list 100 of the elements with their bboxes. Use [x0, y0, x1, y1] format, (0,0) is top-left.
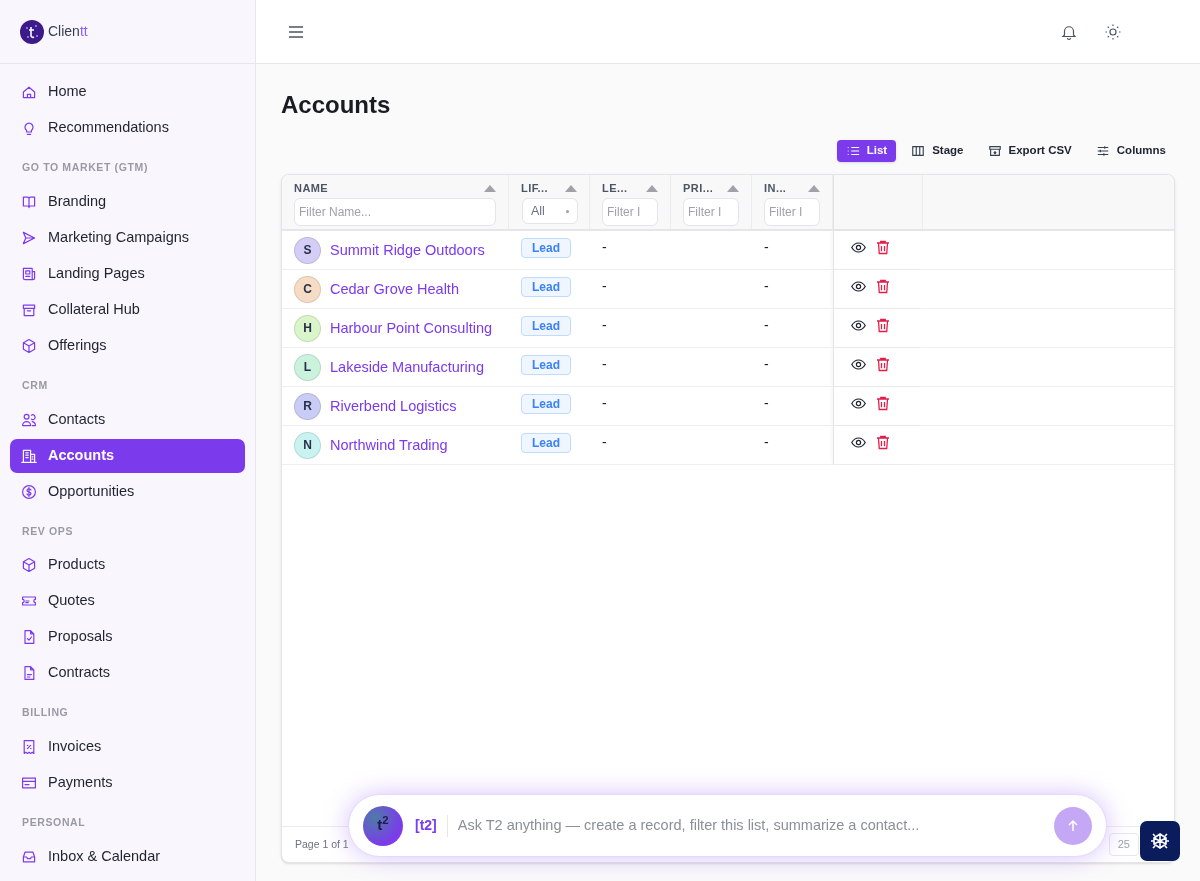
- table-cell: -: [602, 395, 607, 411]
- view-icon[interactable]: [851, 318, 866, 333]
- filter-select[interactable]: All: [522, 198, 578, 224]
- building-icon: [21, 447, 37, 464]
- document-icon: [21, 665, 37, 682]
- section-heading: REV OPS: [21, 523, 75, 539]
- account-link[interactable]: Riverbend Logistics: [330, 394, 457, 418]
- cube-icon: [21, 557, 37, 574]
- sidebar-item[interactable]: Landing Pages: [10, 256, 245, 291]
- table-cell: -: [764, 278, 769, 294]
- lifecycle-badge: Lead: [521, 355, 571, 375]
- column-header[interactable]: PRI...: [683, 179, 714, 197]
- avatar: N: [294, 431, 321, 459]
- view-button[interactable]: Columns: [1086, 140, 1175, 162]
- table-cell: -: [602, 356, 607, 372]
- filter-field[interactable]: Filter I: [602, 198, 658, 226]
- avatar: C: [294, 275, 321, 303]
- lifecycle-badge: Lead: [521, 277, 571, 297]
- delete-icon[interactable]: [876, 318, 890, 333]
- view-icon[interactable]: [851, 396, 866, 411]
- delete-icon[interactable]: [876, 357, 890, 372]
- home-icon: [21, 84, 37, 100]
- arrow-up-icon: [1066, 818, 1080, 833]
- filter-field[interactable]: Filter I: [683, 198, 739, 226]
- credit-card-icon: [21, 775, 37, 791]
- sort-icon[interactable]: [484, 184, 496, 192]
- cube-icon: [21, 337, 37, 354]
- table-cell: -: [764, 434, 769, 450]
- sidebar-item[interactable]: Accounts: [10, 438, 245, 473]
- sort-icon[interactable]: [646, 184, 658, 192]
- account-link[interactable]: Lakeside Manufacturing: [330, 355, 484, 379]
- delete-icon[interactable]: [876, 396, 890, 411]
- lifecycle-badge: Lead: [521, 433, 571, 453]
- table-cell: -: [764, 239, 769, 255]
- view-button[interactable]: List: [836, 140, 897, 162]
- sidebar-item[interactable]: Proposals: [10, 620, 245, 655]
- page-info: Page 1 of 1: [295, 836, 349, 852]
- column-header[interactable]: LE...: [602, 179, 628, 197]
- view-icon[interactable]: [851, 240, 866, 255]
- account-link[interactable]: Summit Ridge Outdoors: [330, 238, 485, 262]
- view-icon[interactable]: [851, 435, 866, 450]
- sidebar-item[interactable]: Collateral Hub: [10, 292, 245, 327]
- sun-icon[interactable]: [1104, 22, 1122, 41]
- account-link[interactable]: Harbour Point Consulting: [330, 316, 492, 340]
- newspaper-icon: [21, 265, 37, 282]
- delete-icon[interactable]: [876, 279, 890, 294]
- view-icon[interactable]: [851, 279, 866, 294]
- sidebar-item[interactable]: Inbox & Calendar: [10, 839, 245, 874]
- sort-icon[interactable]: [727, 184, 739, 192]
- account-link[interactable]: Cedar Grove Health: [330, 277, 459, 301]
- column-header[interactable]: NAME: [294, 179, 329, 197]
- logo-icon: [20, 19, 44, 44]
- column-header[interactable]: LIF...: [521, 179, 549, 197]
- dollar-icon: [21, 483, 37, 500]
- filter-field[interactable]: Filter Name...: [294, 198, 496, 226]
- table-cell: -: [764, 395, 769, 411]
- delete-icon[interactable]: [876, 240, 890, 255]
- avatar: H: [294, 314, 321, 342]
- view-icon[interactable]: [851, 357, 866, 372]
- users-icon: [21, 411, 37, 428]
- sort-icon[interactable]: [808, 184, 820, 192]
- sidebar-item[interactable]: Products: [10, 548, 245, 583]
- lifecycle-badge: Lead: [521, 316, 571, 336]
- section-heading: CRM: [21, 377, 49, 393]
- account-link[interactable]: Northwind Trading: [330, 433, 448, 457]
- view-button[interactable]: Stage: [902, 140, 973, 162]
- avatar: S: [294, 236, 321, 264]
- column-header[interactable]: IN...: [764, 179, 787, 197]
- send-icon: [21, 229, 37, 246]
- page-title: Accounts: [281, 90, 392, 120]
- sidebar-item[interactable]: Marketing Campaigns: [10, 220, 245, 255]
- receipt-icon: [21, 739, 37, 755]
- sidebar-item[interactable]: Opportunities: [10, 474, 245, 509]
- sidebar-item[interactable]: Offerings: [10, 328, 245, 363]
- view-button[interactable]: Export CSV: [978, 140, 1081, 162]
- assistant-field[interactable]: t$^{2}$ [t2] Ask T2 anything — create a record, filter this list, summarize a contact...: [348, 794, 1107, 857]
- filter-field[interactable]: Filter I: [764, 198, 820, 226]
- table-cell: -: [602, 239, 607, 255]
- logo-text: Clientt: [48, 22, 88, 41]
- table-cell: -: [764, 317, 769, 333]
- sidebar-item[interactable]: Quotes: [10, 584, 245, 619]
- sidebar-item[interactable]: Payments: [10, 766, 245, 800]
- sidebar-item[interactable]: Contacts: [10, 402, 245, 437]
- lightbulb-icon: [21, 120, 37, 136]
- bug-button[interactable]: [1140, 821, 1180, 861]
- table-cell: -: [602, 317, 607, 333]
- sort-icon[interactable]: [565, 184, 577, 192]
- sidebar-item[interactable]: Home: [10, 75, 245, 109]
- sidebar-item[interactable]: Branding: [10, 184, 245, 219]
- section-heading: PERSONAL: [21, 815, 87, 830]
- assistant-input[interactable]: Ask T2 anything — create a record, filter this list, summarize a contact...: [457, 814, 1044, 837]
- table-cell: -: [764, 356, 769, 372]
- avatar: R: [294, 392, 321, 420]
- assistant-tag: [t2]: [415, 815, 437, 836]
- table-cell: -: [602, 434, 607, 450]
- sidebar-item[interactable]: Contracts: [10, 656, 245, 691]
- sidebar-item[interactable]: Recommendations: [10, 111, 245, 145]
- sidebar-item[interactable]: Invoices: [10, 730, 245, 764]
- delete-icon[interactable]: [876, 435, 890, 450]
- assistant-avatar: t$^{2}$: [363, 805, 403, 846]
